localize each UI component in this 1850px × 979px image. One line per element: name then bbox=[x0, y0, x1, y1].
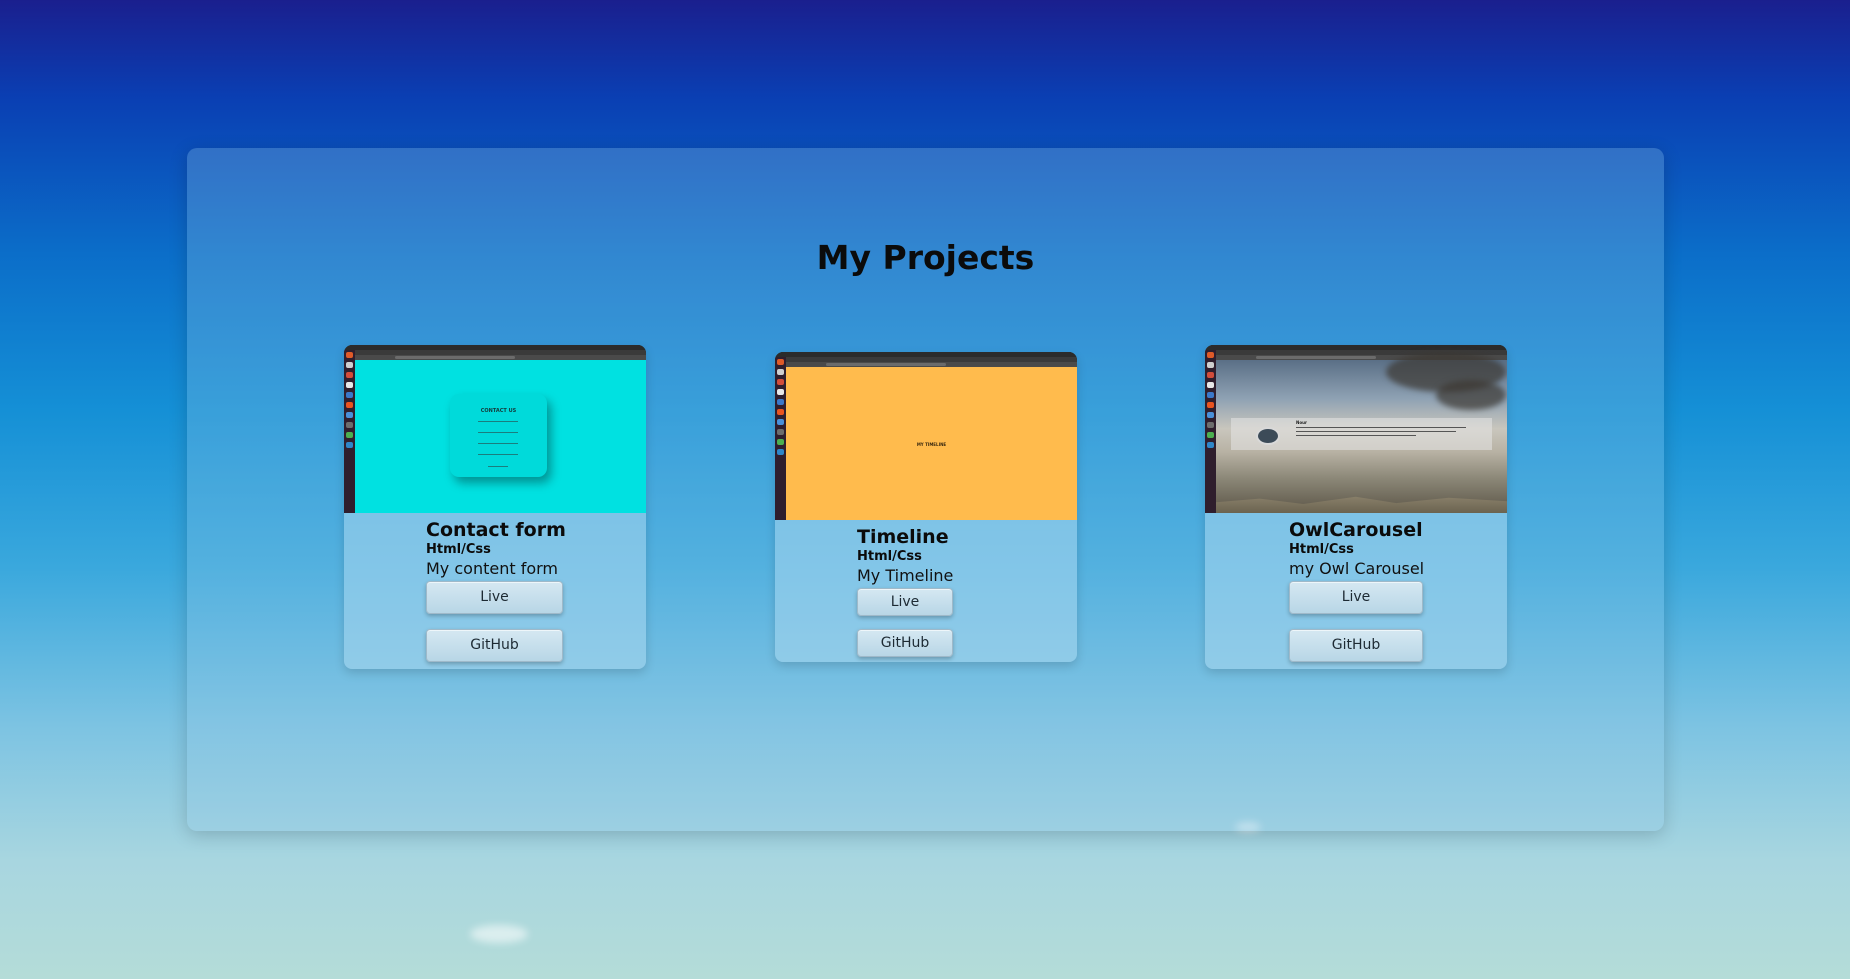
project-tech: Html/Css bbox=[857, 549, 922, 564]
project-card-contact-form: CONTACT US Contact form Html/Css My cont… bbox=[344, 345, 646, 669]
project-title: Timeline bbox=[857, 526, 949, 548]
avatar bbox=[1256, 427, 1280, 445]
screenshot-viewport: MY TIMELINE bbox=[786, 367, 1077, 520]
project-title: OwlCarousel bbox=[1289, 519, 1423, 541]
project-tech: Html/Css bbox=[426, 542, 491, 557]
project-screenshot: MY TIMELINE bbox=[775, 352, 1077, 520]
project-description: My content form bbox=[426, 559, 559, 578]
card-body: Timeline Html/Css My Timeline Live GitHu… bbox=[857, 526, 1077, 657]
project-screenshot: Nour bbox=[1205, 345, 1507, 513]
screenshot-dock bbox=[344, 350, 355, 513]
github-button[interactable]: GitHub bbox=[1289, 629, 1423, 662]
background-cloud bbox=[470, 925, 528, 943]
project-tech: Html/Css bbox=[1289, 542, 1354, 557]
project-description: my Owl Carousel bbox=[1289, 559, 1425, 578]
github-button[interactable]: GitHub bbox=[426, 629, 563, 662]
project-title: Contact form bbox=[426, 519, 566, 541]
screenshot-dock bbox=[1205, 350, 1216, 513]
project-card-timeline: MY TIMELINE Timeline Html/Css My Timelin… bbox=[775, 352, 1077, 662]
live-button[interactable]: Live bbox=[1289, 581, 1423, 614]
projects-panel: My Projects CONTACT US Contact form Html… bbox=[187, 148, 1664, 831]
card-body: OwlCarousel Html/Css my Owl Carousel Liv… bbox=[1289, 519, 1507, 662]
screenshot-viewport: Nour bbox=[1216, 352, 1507, 513]
project-screenshot: CONTACT US bbox=[344, 345, 646, 513]
preview-heading: CONTACT US bbox=[480, 408, 517, 414]
live-button[interactable]: Live bbox=[857, 588, 953, 616]
preview-heading: MY TIMELINE bbox=[916, 442, 947, 447]
preview-hills bbox=[1216, 496, 1507, 513]
contact-form-preview: CONTACT US bbox=[450, 394, 547, 477]
preview-heading: Nour bbox=[1296, 420, 1307, 425]
project-description: My Timeline bbox=[857, 566, 954, 585]
card-body: Contact form Html/Css My content form Li… bbox=[426, 519, 646, 662]
page-title: My Projects bbox=[816, 238, 1035, 277]
screenshot-dock bbox=[775, 357, 786, 520]
project-card-owlcarousel: Nour OwlCarousel Html/Css my Owl Carouse… bbox=[1205, 345, 1507, 669]
live-button[interactable]: Live bbox=[426, 581, 563, 614]
screenshot-viewport: CONTACT US bbox=[355, 360, 646, 513]
github-button[interactable]: GitHub bbox=[857, 629, 953, 657]
